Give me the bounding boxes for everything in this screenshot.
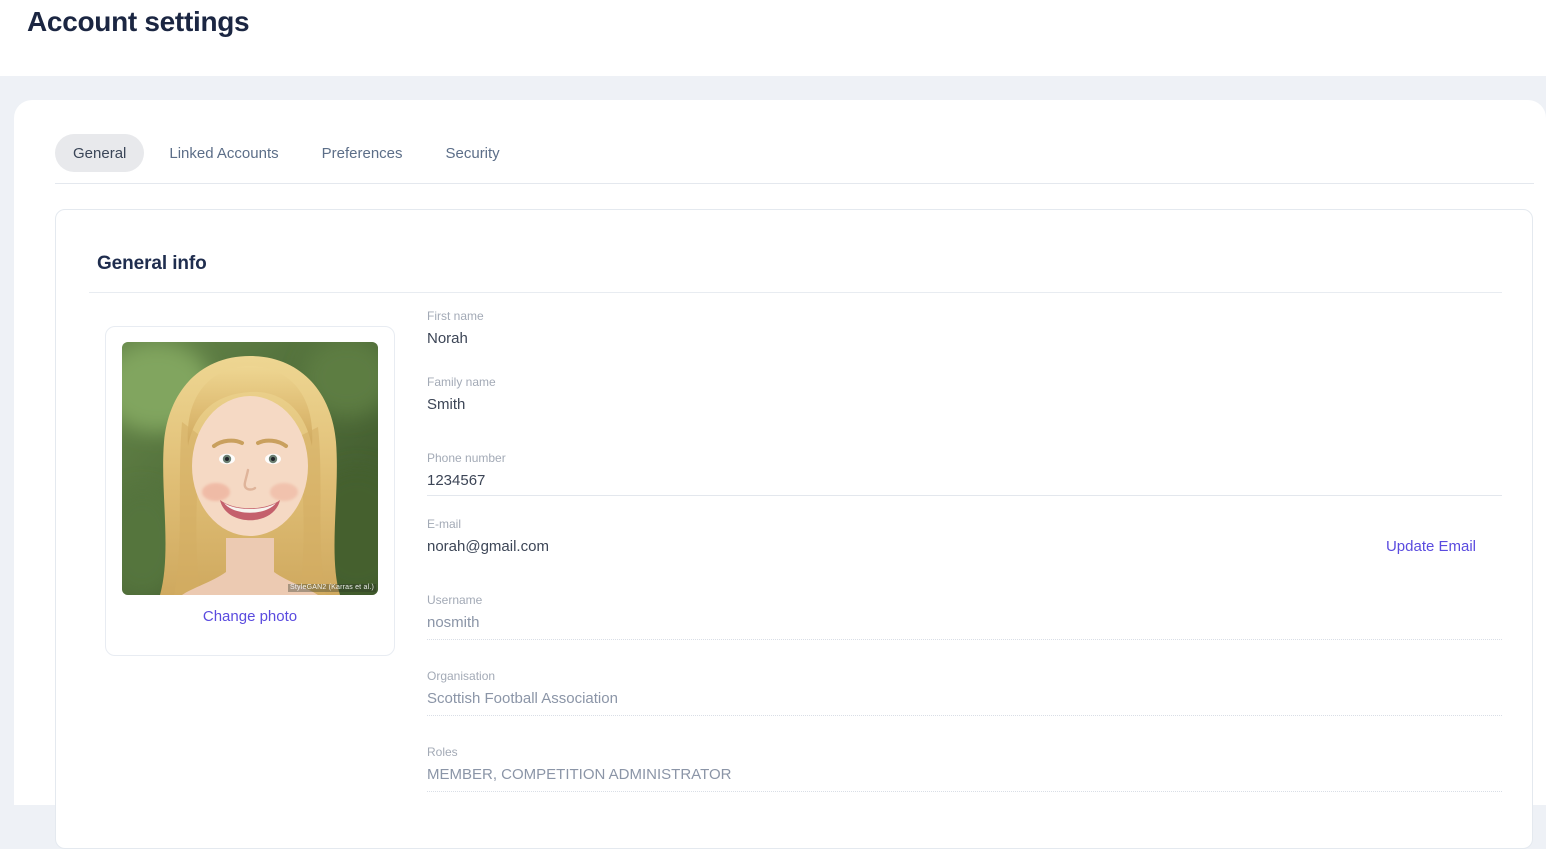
email-value: norah@gmail.com (427, 538, 549, 555)
field-family-name: Family name Smith (427, 375, 1502, 413)
field-email: E-mail norah@gmail.com Update Email (427, 517, 1502, 555)
family-name-label: Family name (427, 375, 496, 389)
phone-number-label: Phone number (427, 451, 506, 465)
tab-security[interactable]: Security (428, 134, 518, 172)
page-header: Account settings (0, 0, 1546, 76)
phone-number-input[interactable]: 1234567 (427, 472, 1502, 489)
field-username: Username nosmith (427, 593, 1502, 640)
tab-bar: General Linked Accounts Preferences Secu… (55, 134, 1546, 172)
field-phone-number: Phone number 1234567 (427, 451, 1502, 496)
first-name-input[interactable]: Norah (427, 330, 1502, 347)
profile-photo-card: StyleGAN2 (Karras et al.) Change photo (105, 326, 395, 656)
email-label: E-mail (427, 517, 462, 531)
section-title: General info (97, 253, 207, 274)
first-name-label: First name (427, 309, 484, 323)
field-organisation: Organisation Scottish Football Associati… (427, 669, 1502, 716)
tab-general[interactable]: General (55, 134, 145, 172)
organisation-value: Scottish Football Association (427, 690, 618, 707)
general-info-form: First name Norah Family name Smith Phone… (427, 309, 1502, 820)
field-first-name: First name Norah (427, 309, 1502, 347)
field-roles: Roles MEMBER, COMPETITION ADMINISTRATOR (427, 745, 1502, 792)
family-name-input[interactable]: Smith (427, 396, 1502, 413)
section-divider (89, 292, 1502, 293)
organisation-label: Organisation (427, 669, 496, 683)
settings-card: General Linked Accounts Preferences Secu… (14, 100, 1546, 849)
username-value: nosmith (427, 614, 480, 631)
profile-photo: StyleGAN2 (Karras et al.) (122, 342, 378, 595)
profile-photo-illustration (122, 342, 378, 595)
change-photo-link[interactable]: Change photo (203, 608, 297, 625)
general-info-content: StyleGAN2 (Karras et al.) Change photo F… (97, 309, 1502, 820)
page-background-gap (0, 76, 1546, 100)
tab-bar-divider (55, 183, 1534, 184)
page-title: Account settings (27, 6, 250, 37)
tab-preferences[interactable]: Preferences (304, 134, 421, 172)
roles-value: MEMBER, COMPETITION ADMINISTRATOR (427, 766, 732, 783)
username-label: Username (427, 593, 483, 607)
roles-label: Roles (427, 745, 458, 759)
tab-linked-accounts[interactable]: Linked Accounts (151, 134, 296, 172)
update-email-button[interactable]: Update Email (1386, 538, 1476, 555)
photo-watermark: StyleGAN2 (Karras et al.) (288, 584, 376, 592)
general-info-panel: General info StyleGAN2 (Karras et al.) C… (55, 209, 1533, 849)
